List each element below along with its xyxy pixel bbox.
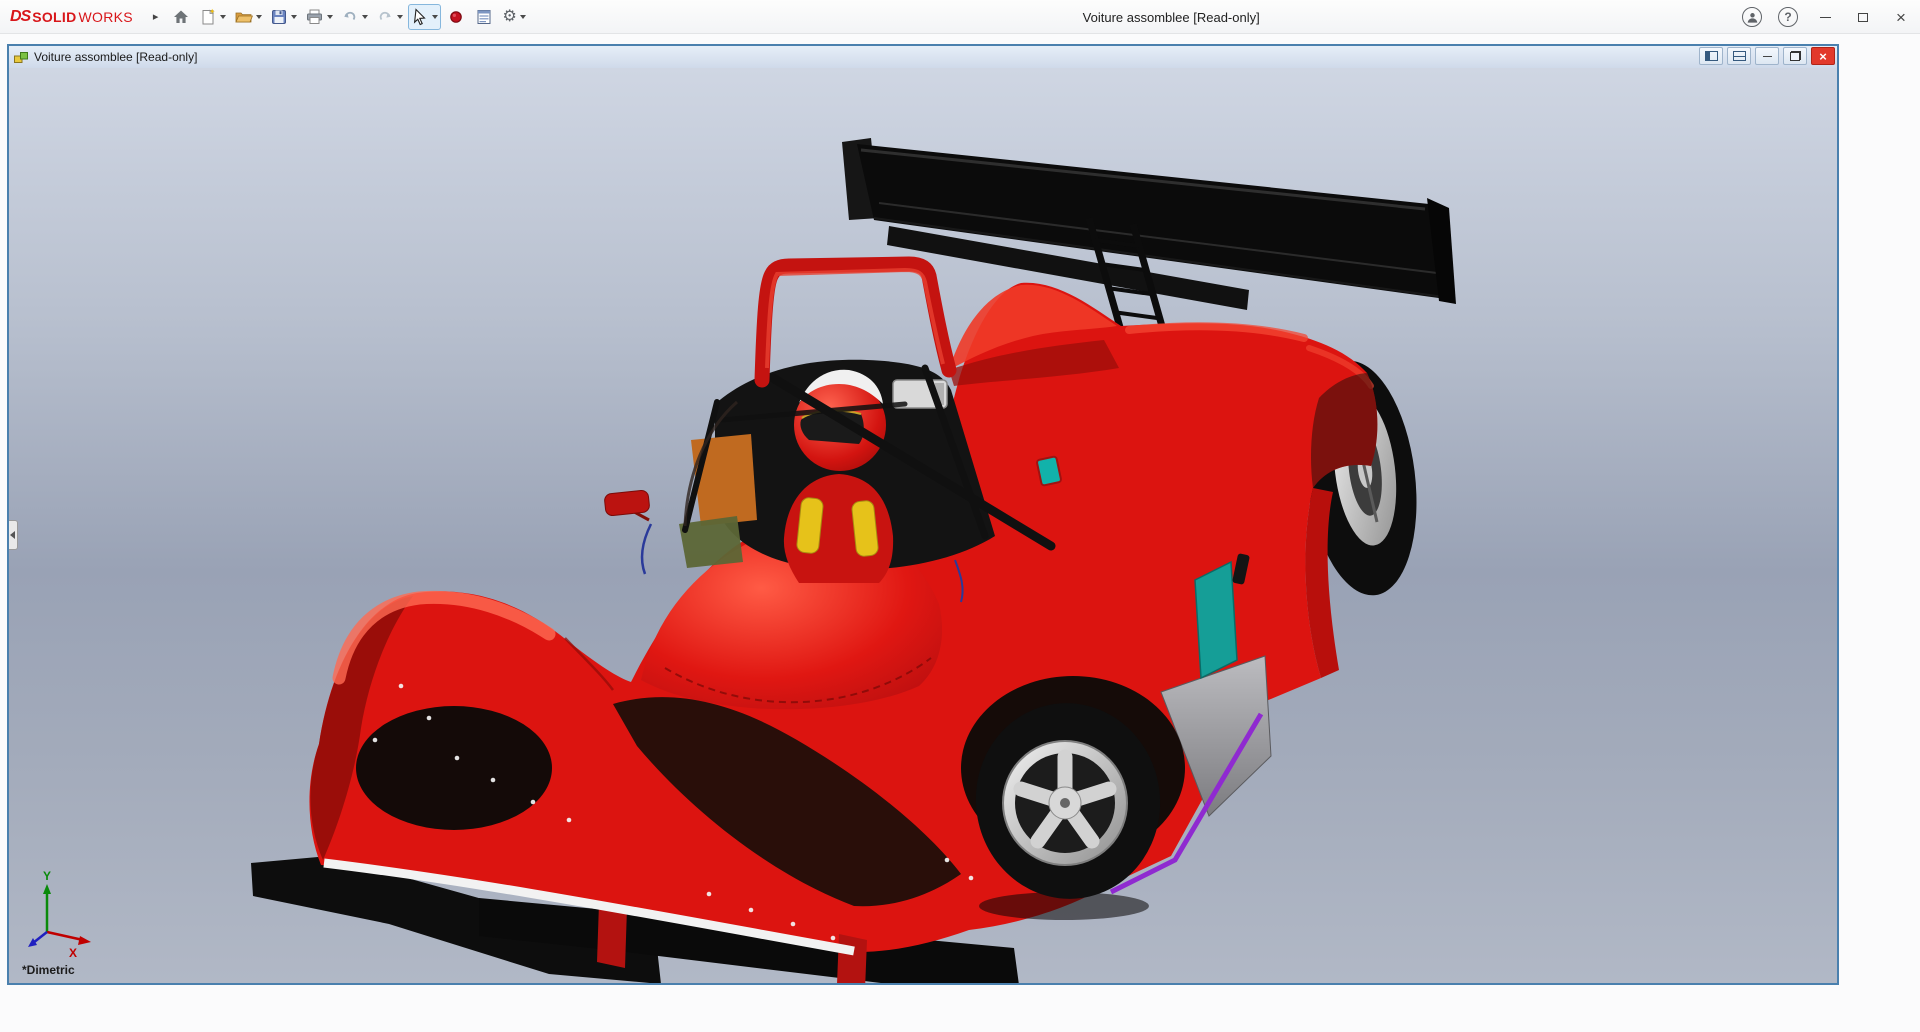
account-button[interactable]: [1742, 7, 1762, 27]
dropdown-caret-icon[interactable]: [432, 15, 438, 19]
open-folder-icon: [234, 8, 253, 26]
undo-icon: [341, 8, 359, 26]
orientation-triad[interactable]: Y X: [28, 869, 91, 960]
redo-button[interactable]: [373, 4, 406, 30]
print-button[interactable]: [302, 4, 336, 30]
pane-split-icon: [1733, 51, 1746, 61]
solidworks-logo[interactable]: DS SOLIDWORKS: [0, 8, 139, 26]
right-mirror: [1037, 456, 1062, 486]
document-title: Voiture assomblee [Read-only]: [34, 50, 197, 64]
redo-icon: [376, 8, 394, 26]
home-button[interactable]: [168, 4, 194, 30]
minimize-icon: [1820, 17, 1831, 18]
assembly-document-icon: [13, 50, 29, 65]
doc-restore-button[interactable]: [1783, 47, 1807, 65]
doc-restore-icon: [1790, 51, 1801, 61]
brand-works: WORKS: [79, 9, 133, 25]
help-icon: ?: [1784, 10, 1791, 24]
ds-logo-icon: DS: [10, 8, 30, 26]
select-cursor-icon: [411, 8, 429, 26]
record-icon: [448, 9, 464, 25]
pane-left-button[interactable]: [1699, 47, 1723, 65]
help-button[interactable]: ?: [1778, 7, 1798, 27]
dropdown-caret-icon[interactable]: [220, 15, 226, 19]
graphics-viewport[interactable]: Y X *Dimetric: [9, 68, 1837, 983]
close-button[interactable]: ×: [1882, 0, 1920, 34]
pane-left-icon: [1705, 51, 1718, 61]
left-mirror: [604, 490, 650, 520]
options-button[interactable]: ⚙: [499, 4, 528, 30]
gear-icon: ⚙: [502, 9, 516, 25]
solidworks-window: DS SOLIDWORKS ▸: [0, 0, 1920, 1032]
model-canvas[interactable]: Y X: [9, 68, 1837, 983]
document-titlebar[interactable]: Voiture assomblee [Read-only] ×: [9, 46, 1837, 68]
maximize-button[interactable]: [1844, 0, 1882, 34]
minimize-button[interactable]: [1806, 0, 1844, 34]
new-document-icon: [199, 8, 217, 26]
app-title: Voiture assomblee [Read-only]: [1083, 0, 1260, 34]
pane-split-button[interactable]: [1727, 47, 1751, 65]
expand-chevron-icon[interactable]: ▸: [153, 10, 159, 23]
save-button[interactable]: [267, 4, 300, 30]
doc-minimize-button[interactable]: [1755, 47, 1779, 65]
view-orientation-label: *Dimetric: [22, 963, 75, 977]
side-window-teal: [1195, 562, 1237, 678]
record-macro-button[interactable]: [443, 4, 469, 30]
orange-panel: [691, 434, 757, 526]
undo-button[interactable]: [338, 4, 371, 30]
dropdown-caret-icon[interactable]: [397, 15, 403, 19]
dropdown-caret-icon[interactable]: [291, 15, 297, 19]
user-icon: [1746, 11, 1759, 24]
brand-solid: SOLID: [32, 9, 76, 25]
doc-close-button[interactable]: ×: [1811, 47, 1835, 65]
app-window-controls: ? ×: [1734, 0, 1920, 34]
maximize-icon: [1858, 13, 1868, 22]
open-button[interactable]: [231, 4, 265, 30]
select-tool-button[interactable]: [408, 4, 441, 30]
app-background-strip: [0, 985, 1920, 1032]
doc-close-icon: ×: [1819, 49, 1827, 64]
properties-button[interactable]: [471, 4, 497, 30]
doc-minimize-icon: [1763, 56, 1772, 57]
print-icon: [305, 8, 324, 26]
save-icon: [270, 8, 288, 26]
triad-y-label: Y: [43, 869, 51, 883]
triad-x-label: X: [69, 946, 77, 960]
document-window-controls: ×: [1699, 47, 1835, 65]
home-icon: [172, 8, 190, 26]
quick-access-toolbar: ⚙: [168, 4, 528, 30]
new-document-button[interactable]: [196, 4, 229, 30]
close-icon: ×: [1896, 9, 1906, 26]
document-window: Voiture assomblee [Read-only] ×: [7, 44, 1839, 985]
collapse-arrow-icon: [10, 531, 15, 539]
app-titlebar: DS SOLIDWORKS ▸: [0, 0, 1920, 34]
featuremanager-collapse-tab[interactable]: [9, 520, 18, 550]
dropdown-caret-icon[interactable]: [362, 15, 368, 19]
dropdown-caret-icon[interactable]: [256, 15, 262, 19]
dropdown-caret-icon[interactable]: [520, 15, 526, 19]
properties-list-icon: [475, 8, 493, 26]
dropdown-caret-icon[interactable]: [327, 15, 333, 19]
